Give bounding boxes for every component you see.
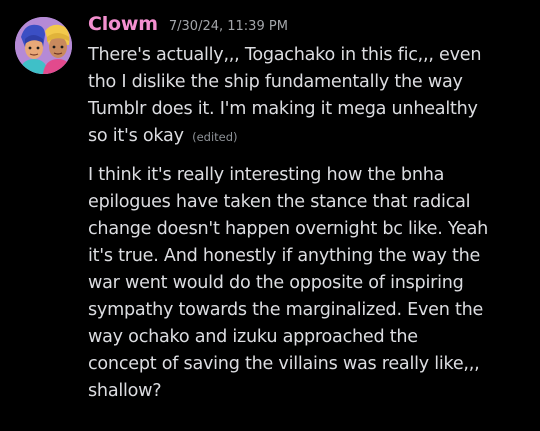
message-line-last: so it's okay (edited) [88, 123, 528, 151]
message-line: sympathy towards the marginalized. Even … [88, 300, 484, 320]
message-text: I think it's really interesting how the … [88, 162, 528, 405]
message-line: There's actually,,, Togachako in this fi… [88, 45, 482, 65]
message-text: There's actually,,, Togachako in this fi… [88, 42, 528, 151]
message-line: concept of saving the villains was reall… [88, 354, 480, 374]
message-line: I think it's really interesting how the … [88, 165, 445, 185]
message-line: shallow? [88, 381, 162, 401]
message-line: it's true. And honestly if anything the … [88, 246, 481, 266]
username[interactable]: Clowm [88, 13, 158, 35]
avatar[interactable] [15, 17, 72, 74]
message-content: Clowm 7/30/24, 11:39 PM There's actually… [88, 13, 528, 405]
message-line: Tumblr does it. I'm making it mega unhea… [88, 99, 478, 119]
edited-label: (edited) [192, 130, 238, 144]
message-line: tho I dislike the ship fundamentally the… [88, 72, 463, 92]
message-header: Clowm 7/30/24, 11:39 PM [88, 13, 528, 42]
message-line: way ochako and izuku approached the [88, 327, 418, 347]
message-line: epilogues have taken the stance that rad… [88, 192, 471, 212]
avatar-image [15, 17, 72, 74]
message-line-text: so it's okay [88, 126, 190, 146]
message-line: war went would do the opposite of inspir… [88, 273, 464, 293]
message-line: change doesn't happen overnight bc like.… [88, 219, 489, 239]
timestamp[interactable]: 7/30/24, 11:39 PM [169, 19, 288, 34]
message-group: Clowm 7/30/24, 11:39 PM There's actually… [0, 0, 540, 431]
